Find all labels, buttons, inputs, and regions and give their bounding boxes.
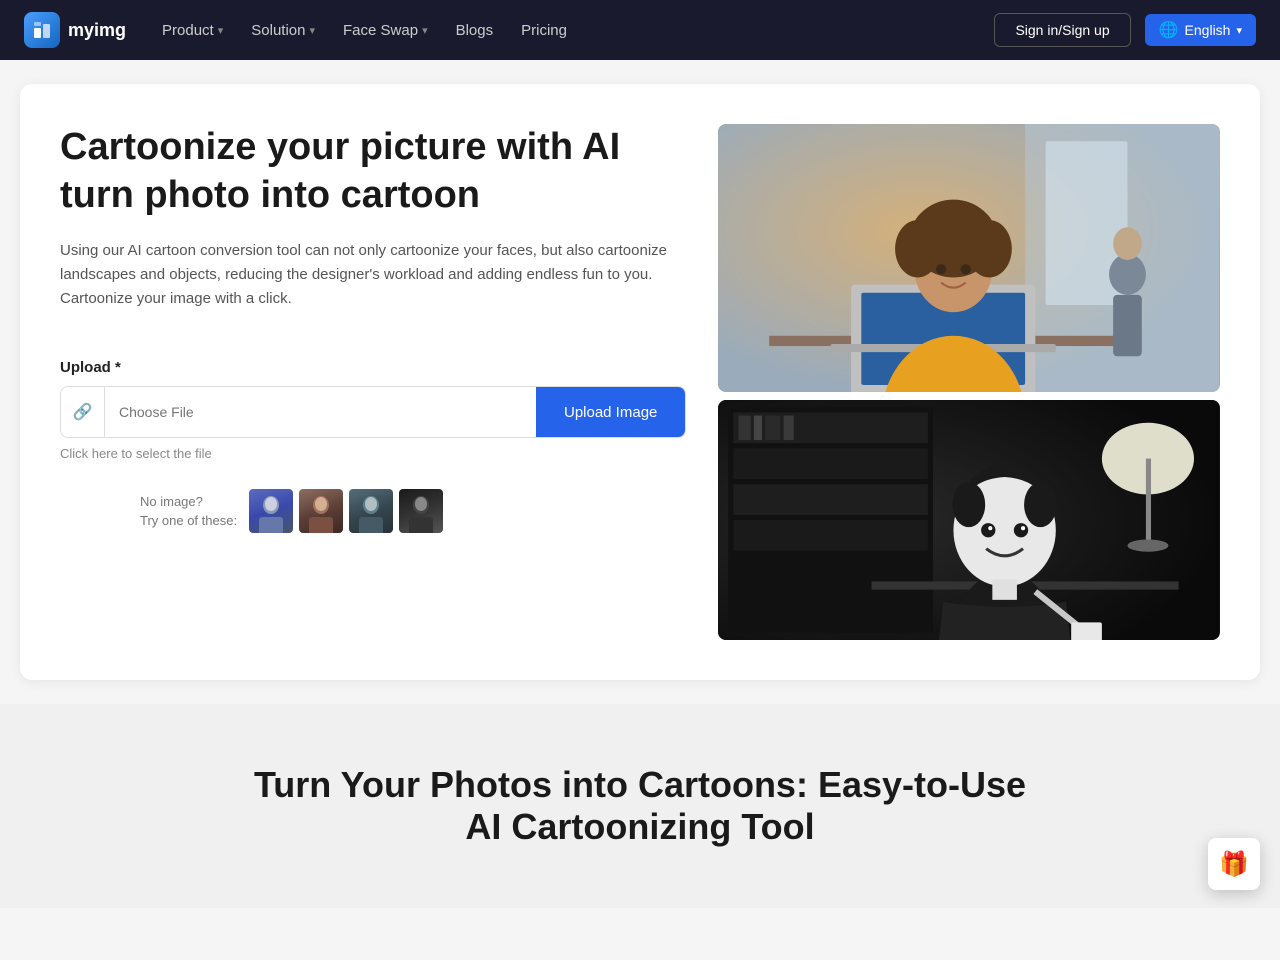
sample-thumb-4[interactable] bbox=[399, 489, 443, 533]
upload-section: Upload * 🔗 Upload Image Click here to se… bbox=[60, 359, 686, 461]
product-chevron-icon: ▾ bbox=[218, 24, 224, 37]
upload-label: Upload * bbox=[60, 359, 686, 376]
floating-gift-button[interactable]: 🎁 bbox=[1208, 838, 1260, 890]
lang-label: English bbox=[1185, 22, 1231, 38]
sample-thumb-1[interactable] bbox=[249, 489, 293, 533]
nav-blogs-label: Blogs bbox=[456, 22, 494, 39]
nav-item-pricing[interactable]: Pricing bbox=[509, 14, 579, 47]
preview-image-top bbox=[718, 124, 1220, 392]
logo-text: myimg bbox=[68, 20, 126, 41]
language-selector[interactable]: 🌐 English ▾ bbox=[1145, 14, 1256, 46]
below-section: Turn Your Photos into Cartoons: Easy-to-… bbox=[0, 704, 1280, 908]
sample-row: No image? Try one of these: bbox=[60, 489, 686, 533]
signin-button[interactable]: Sign in/Sign up bbox=[994, 13, 1130, 47]
file-input[interactable] bbox=[105, 404, 536, 420]
nav-item-product[interactable]: Product ▾ bbox=[150, 14, 235, 47]
sample-labels: No image? Try one of these: bbox=[140, 492, 237, 531]
lang-chevron-icon: ▾ bbox=[1236, 24, 1242, 37]
left-panel: Cartoonize your picture with AI turn pho… bbox=[60, 124, 686, 533]
hero-title: Cartoonize your picture with AI turn pho… bbox=[60, 124, 686, 219]
hero-description: Using our AI cartoon conversion tool can… bbox=[60, 239, 686, 311]
link-icon: 🔗 bbox=[61, 387, 105, 437]
try-these-label: Try one of these: bbox=[140, 511, 237, 531]
upload-image-button[interactable]: Upload Image bbox=[536, 387, 685, 437]
sample-thumb-2[interactable] bbox=[299, 489, 343, 533]
logo[interactable]: myimg bbox=[24, 12, 126, 48]
no-image-label: No image? bbox=[140, 492, 237, 512]
logo-icon bbox=[24, 12, 60, 48]
sample-thumb-3[interactable] bbox=[349, 489, 393, 533]
navbar: myimg Product ▾ Solution ▾ Face Swap ▾ B… bbox=[0, 0, 1280, 60]
preview-image-bottom bbox=[718, 400, 1220, 640]
sample-images bbox=[249, 489, 443, 533]
nav-product-label: Product bbox=[162, 22, 214, 39]
nav-item-faceswap[interactable]: Face Swap ▾ bbox=[331, 14, 440, 47]
solution-chevron-icon: ▾ bbox=[309, 24, 315, 37]
nav-solution-label: Solution bbox=[251, 22, 305, 39]
nav-pricing-label: Pricing bbox=[521, 22, 567, 39]
faceswap-chevron-icon: ▾ bbox=[422, 24, 428, 37]
right-panel bbox=[718, 124, 1220, 640]
main-wrapper: Cartoonize your picture with AI turn pho… bbox=[0, 60, 1280, 704]
nav-item-blogs[interactable]: Blogs bbox=[444, 14, 506, 47]
gift-icon: 🎁 bbox=[1219, 850, 1249, 879]
content-card: Cartoonize your picture with AI turn pho… bbox=[20, 84, 1260, 680]
below-title: Turn Your Photos into Cartoons: Easy-to-… bbox=[240, 764, 1040, 848]
upload-hint[interactable]: Click here to select the file bbox=[60, 446, 686, 461]
upload-row: 🔗 Upload Image bbox=[60, 386, 686, 438]
nav-faceswap-label: Face Swap bbox=[343, 22, 418, 39]
globe-icon: 🌐 bbox=[1159, 20, 1179, 40]
nav-item-solution[interactable]: Solution ▾ bbox=[239, 14, 327, 47]
